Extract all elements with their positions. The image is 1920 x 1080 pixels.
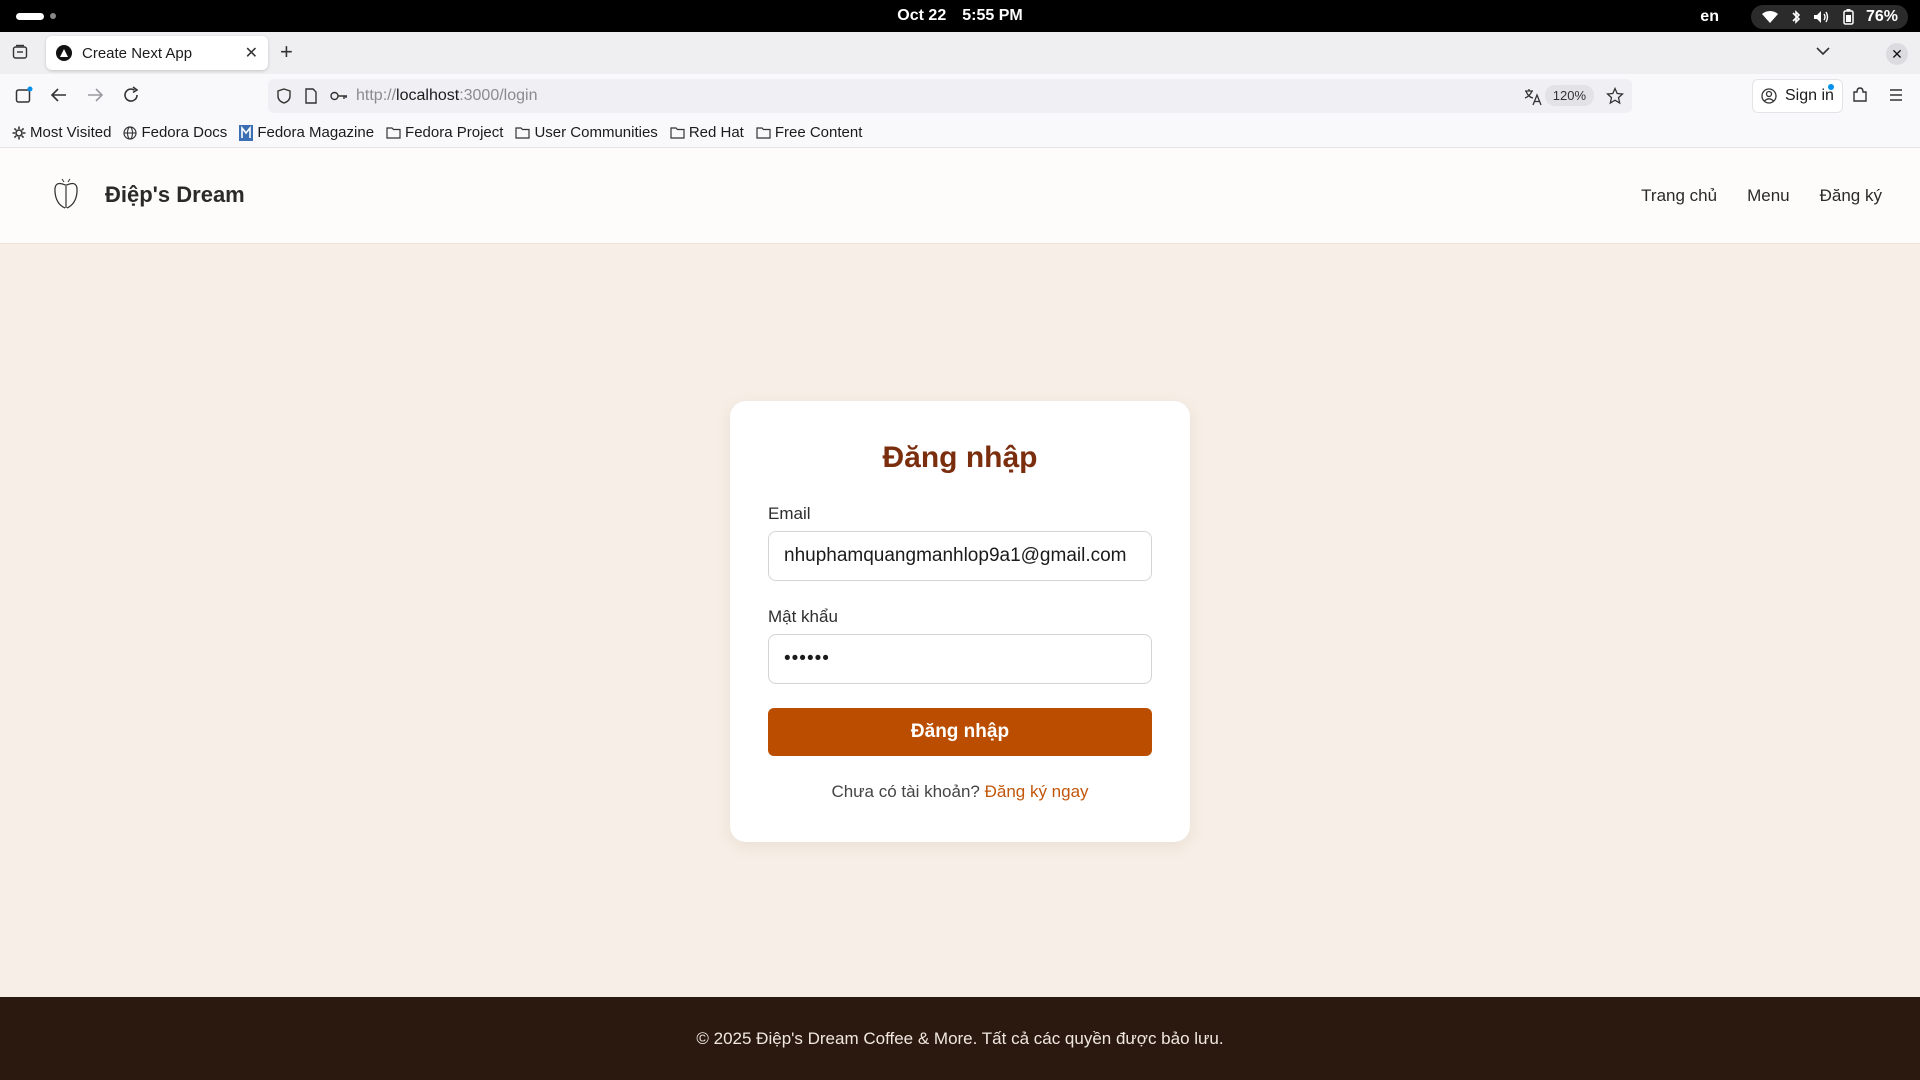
- window-close-icon[interactable]: ✕: [1886, 43, 1908, 65]
- bookmark-fedora-project[interactable]: Fedora Project: [386, 124, 503, 141]
- folder-icon: [386, 127, 401, 139]
- folder-icon: [515, 127, 531, 139]
- folder-icon: [756, 127, 771, 139]
- sidebar-toggle-icon[interactable]: [15, 86, 33, 104]
- site-footer: © 2025 Điệp's Dream Coffee & More. Tất c…: [0, 997, 1920, 1080]
- footer-copyright: © 2025 Điệp's Dream Coffee & More. Tất c…: [696, 1029, 1224, 1048]
- bookmark-most-visited[interactable]: Most Visited: [12, 124, 111, 141]
- globe-icon: [123, 125, 138, 140]
- nextjs-favicon-icon: [56, 45, 72, 61]
- site-nav: Trang chủ Menu Đăng ký: [1641, 186, 1882, 206]
- os-top-bar: Oct 22 5:55 PM en 76%: [0, 0, 1920, 32]
- system-status-menu[interactable]: 76%: [1750, 5, 1908, 29]
- email-label: Email: [768, 504, 811, 523]
- wifi-icon: [1761, 10, 1778, 23]
- os-date: Oct 22: [897, 7, 947, 24]
- os-time: 5:55 PM: [962, 7, 1023, 24]
- password-field[interactable]: [768, 634, 1152, 684]
- nav-link-menu[interactable]: Menu: [1747, 186, 1790, 206]
- page-info-icon[interactable]: [304, 88, 318, 104]
- brand-name[interactable]: Điệp's Dream: [105, 182, 245, 208]
- tab-title: Create Next App: [82, 44, 193, 62]
- translate-icon[interactable]: [1524, 88, 1542, 106]
- bookmarks-bar: Most Visited Fedora Docs Fedora Magazine…: [0, 118, 1920, 148]
- url-host: localhost: [396, 87, 460, 104]
- hamburger-menu-icon[interactable]: [1887, 86, 1905, 104]
- bookmark-label: Free Content: [774, 124, 863, 141]
- battery-icon: [1843, 9, 1854, 25]
- url-text[interactable]: http://localhost:3000/login: [356, 87, 537, 105]
- bookmark-fedora-magazine[interactable]: Fedora Magazine: [239, 124, 374, 141]
- folder-icon: [670, 127, 685, 139]
- nav-link-home[interactable]: Trang chủ: [1641, 186, 1717, 206]
- sign-in-button[interactable]: Sign in: [1752, 79, 1843, 113]
- browser-nav-bar: http://localhost:3000/login 120% Sign in: [0, 74, 1920, 118]
- bluetooth-icon: [1792, 10, 1801, 24]
- signup-prompt-text: Chưa có tài khoản?: [831, 782, 980, 801]
- address-bar[interactable]: http://localhost:3000/login 120%: [268, 79, 1632, 113]
- tab-overview-icon[interactable]: [12, 44, 28, 60]
- signup-link[interactable]: Đăng ký ngay: [985, 782, 1089, 801]
- extensions-puzzle-icon[interactable]: [1851, 86, 1869, 104]
- nav-link-register[interactable]: Đăng ký: [1820, 186, 1882, 206]
- browser-tab-bar: Create Next App ✕ + ✕: [0, 32, 1920, 74]
- shield-icon[interactable]: [276, 88, 292, 104]
- sign-in-label: Sign in: [1785, 87, 1834, 104]
- volume-icon: [1813, 11, 1829, 23]
- bookmark-fedora-docs[interactable]: Fedora Docs: [123, 124, 227, 141]
- email-field[interactable]: [768, 531, 1152, 581]
- notification-dot: [1827, 84, 1834, 90]
- account-icon: [1761, 88, 1777, 104]
- password-label: Mật khẩu: [768, 607, 838, 626]
- bookmark-user-communities[interactable]: User Communities: [515, 124, 658, 141]
- bookmark-label: Fedora Docs: [141, 124, 228, 141]
- url-path: :3000/login: [459, 87, 538, 104]
- tab-create-next-app[interactable]: Create Next App ✕: [46, 36, 268, 70]
- bookmark-red-hat[interactable]: Red Hat: [670, 124, 744, 141]
- bookmark-label: Fedora Magazine: [257, 124, 375, 141]
- bookmark-free-content[interactable]: Free Content: [756, 124, 863, 141]
- butterfly-logo-icon[interactable]: [50, 178, 82, 212]
- os-clock[interactable]: Oct 22 5:55 PM: [0, 7, 1920, 25]
- forward-arrow-icon[interactable]: [86, 86, 104, 104]
- url-scheme: http://: [356, 87, 397, 104]
- site-header: Điệp's Dream Trang chủ Menu Đăng ký: [0, 148, 1920, 244]
- key-icon[interactable]: [330, 90, 348, 102]
- fedora-magazine-icon: [239, 124, 254, 141]
- login-title: Đăng nhập: [882, 441, 1038, 474]
- tab-close-icon[interactable]: ✕: [245, 43, 258, 63]
- bookmark-star-icon[interactable]: [1606, 87, 1624, 105]
- back-arrow-icon[interactable]: [50, 86, 68, 104]
- reload-icon[interactable]: [122, 86, 140, 104]
- bookmark-label: Red Hat: [688, 124, 744, 141]
- login-submit-button[interactable]: Đăng nhập: [768, 708, 1152, 756]
- bookmark-label: Fedora Project: [405, 124, 504, 141]
- tab-list-chevron-icon[interactable]: [1816, 46, 1830, 56]
- gear-icon: [12, 126, 26, 139]
- bookmark-label: User Communities: [534, 124, 658, 141]
- zoom-level-badge[interactable]: 120%: [1544, 85, 1594, 106]
- login-card: Đăng nhập Email Mật khẩu Đăng nhập Chưa …: [730, 401, 1190, 842]
- keyboard-language[interactable]: en: [1700, 8, 1719, 26]
- battery-percent: 76%: [1865, 8, 1898, 25]
- bookmark-label: Most Visited: [30, 124, 112, 141]
- signup-prompt: Chưa có tài khoản? Đăng ký ngay: [730, 782, 1190, 802]
- new-tab-icon[interactable]: +: [280, 41, 293, 63]
